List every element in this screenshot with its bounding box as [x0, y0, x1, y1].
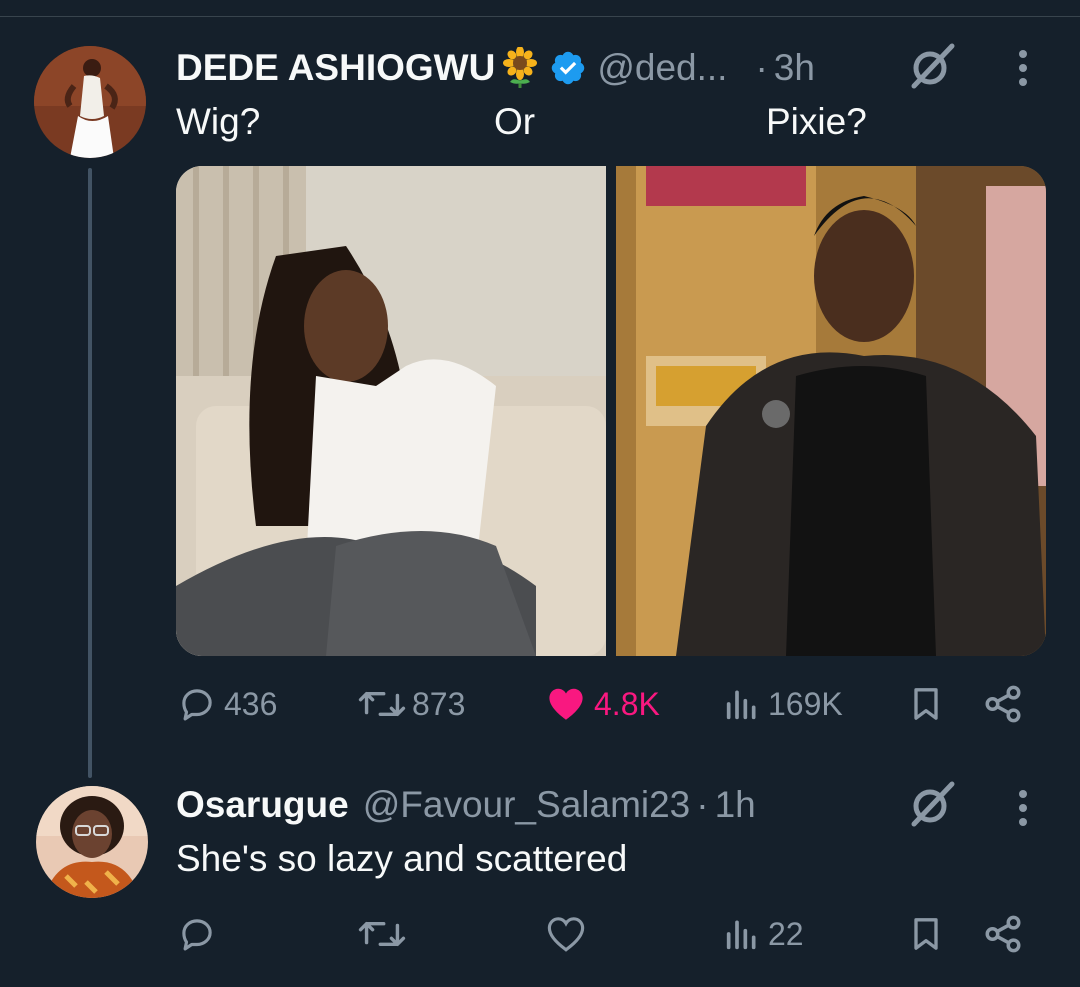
heart-outline-icon: [547, 917, 585, 952]
tweet-timestamp[interactable]: 3h: [774, 47, 815, 89]
tweet-action-bar: 436 873 4.8K 169K: [176, 683, 1046, 733]
tweet-media-grid: [176, 166, 1046, 656]
views-button[interactable]: 169K: [722, 683, 843, 725]
reply-like-button[interactable]: [544, 913, 588, 955]
reply-count: 436: [224, 685, 278, 722]
reply-views-count: 22: [768, 915, 804, 952]
reply-grok-icon[interactable]: [904, 778, 956, 830]
repost-button[interactable]: 873: [358, 683, 465, 725]
reply-icon: [182, 689, 212, 721]
grok-icon[interactable]: [904, 40, 956, 92]
reply-author-handle[interactable]: @Favour_Salami23: [363, 784, 691, 826]
thread-connector-line: [88, 168, 92, 778]
share-icon: [985, 915, 1021, 953]
more-options-icon[interactable]: [1012, 48, 1034, 88]
media-photo-2[interactable]: [616, 166, 1046, 656]
like-button[interactable]: 4.8K: [544, 683, 660, 725]
reply-views-button[interactable]: 22: [722, 913, 804, 955]
share-icon: [985, 685, 1021, 723]
reply-bookmark-button[interactable]: [906, 913, 946, 955]
tweet-text-part-1: Wig?: [176, 101, 261, 142]
header-separator: ·: [755, 47, 768, 88]
tweet-header: DEDE ASHIOGWU @ded... · 3h: [176, 44, 815, 92]
reply-header-separator: ·: [696, 784, 709, 825]
tweet-text-part-3: Pixie?: [766, 101, 867, 142]
tweet-text-part-2: Or: [494, 101, 536, 142]
author-avatar[interactable]: [34, 46, 146, 158]
reply-repost-button[interactable]: [358, 913, 406, 955]
top-divider: [0, 16, 1080, 17]
repost-count: 873: [412, 685, 466, 722]
reply-reply-button[interactable]: [176, 913, 218, 955]
author-handle[interactable]: @ded...: [597, 47, 727, 89]
reply-header: Osarugue @Favour_Salami23 · 1h: [176, 781, 756, 829]
bookmark-icon: [914, 688, 938, 720]
reply-author-avatar[interactable]: [36, 786, 148, 898]
repost-icon: [358, 692, 406, 716]
views-bar-chart-icon: [726, 920, 756, 950]
reply-more-options-icon[interactable]: [1012, 788, 1034, 828]
author-name[interactable]: DEDE ASHIOGWU: [176, 47, 495, 89]
reply-text: She's so lazy and scattered: [176, 838, 628, 879]
reply-timestamp[interactable]: 1h: [715, 784, 756, 826]
reply-icon: [182, 919, 212, 951]
repost-icon: [358, 922, 406, 946]
media-photo-1[interactable]: [176, 166, 606, 656]
views-count: 169K: [768, 685, 843, 722]
bookmark-icon: [914, 918, 938, 950]
verified-badge-icon: [549, 49, 587, 87]
reply-button[interactable]: 436: [176, 683, 277, 725]
bookmark-button[interactable]: [906, 683, 946, 725]
share-button[interactable]: [982, 683, 1024, 725]
views-bar-chart-icon: [726, 690, 756, 720]
reply-share-button[interactable]: [982, 913, 1024, 955]
sunflower-emoji-icon: [499, 46, 541, 89]
reply-author-name[interactable]: Osarugue: [176, 784, 349, 826]
reply-action-bar: 22: [176, 913, 1046, 963]
like-count: 4.8K: [594, 685, 660, 722]
heart-filled-icon: [549, 688, 583, 720]
